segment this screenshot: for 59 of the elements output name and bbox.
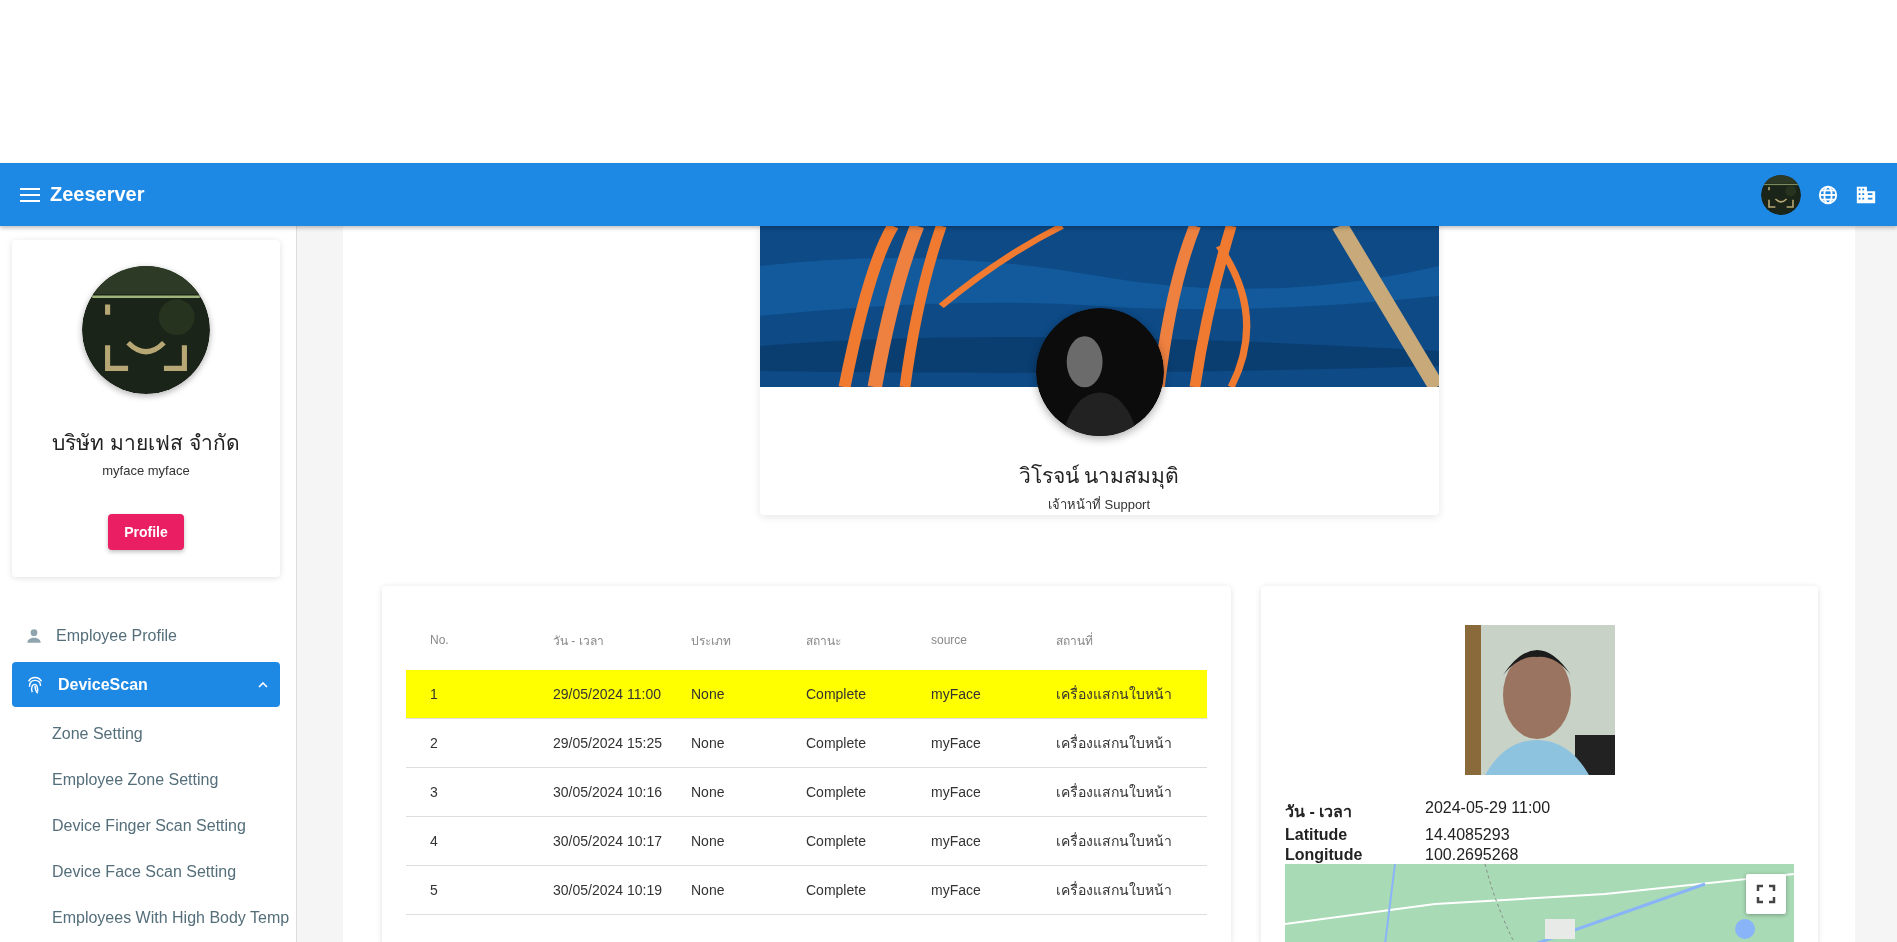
table-cell: 30/05/2024 10:16 [529, 767, 667, 817]
table-cell: Complete [782, 865, 907, 915]
company-name: บริษัท มายเฟส จำกัด [52, 430, 240, 456]
sidebar-subitem[interactable]: Employees With High Body Temp [0, 895, 296, 941]
sidebar-subitem[interactable]: Device Face Scan Setting [0, 849, 296, 895]
table-cell: 2 [406, 718, 529, 768]
table-cell: เครื่องแสกนใบหน้า [1032, 767, 1207, 817]
field-label: Latitude [1285, 826, 1349, 844]
table-cell: None [667, 718, 782, 768]
table-cell: None [667, 865, 782, 915]
table-cell: 5 [406, 865, 529, 915]
column-header: source [907, 610, 1032, 670]
table-cell: None [667, 767, 782, 817]
table-cell: 4 [406, 816, 529, 866]
table-cell: 30/05/2024 10:17 [529, 816, 667, 866]
table-cell: เครื่องแสกนใบหน้า [1032, 865, 1207, 915]
table-cell: Complete [782, 718, 907, 768]
table-cell: Complete [782, 670, 907, 719]
table-cell: เครื่องแสกนใบหน้า [1032, 670, 1207, 719]
column-header: สถานะ [782, 610, 907, 670]
field-label: วัน - เวลา [1285, 802, 1354, 822]
field-value: 14.4085293 [1425, 826, 1511, 844]
column-header: วัน - เวลา [529, 610, 667, 670]
table-cell: Complete [782, 816, 907, 866]
globe-icon[interactable] [1817, 183, 1839, 206]
table-cell: 29/05/2024 11:00 [529, 670, 667, 719]
table-cell: myFace [907, 767, 1032, 817]
table-cell: myFace [907, 670, 1032, 719]
employee-role: เจ้าหน้าที่ Support [1047, 495, 1151, 514]
fullscreen-icon [1756, 884, 1776, 904]
username: myface myface [102, 463, 190, 478]
employee-name: วิโรจน์ นามสมมุติ [1018, 463, 1180, 491]
sidebar-item[interactable]: Employee Profile [12, 613, 280, 658]
table-cell: myFace [907, 718, 1032, 768]
profile-button[interactable]: Profile [108, 514, 184, 550]
sidebar-item[interactable]: DeviceScan [12, 662, 280, 707]
table-cell: None [667, 816, 782, 866]
app-title: Zeeserver [50, 183, 145, 206]
sidebar-subitem[interactable]: Employee Zone Setting [0, 757, 296, 803]
table-cell: 3 [406, 767, 529, 817]
table-cell: 30/05/2024 10:19 [529, 865, 667, 915]
table-cell: None [667, 670, 782, 719]
table-cell: 1 [406, 670, 529, 719]
table-cell: 29/05/2024 15:25 [529, 718, 667, 768]
fullscreen-button[interactable] [1746, 874, 1786, 914]
table-cell: เครื่องแสกนใบหน้า [1032, 816, 1207, 866]
table-cell: Complete [782, 767, 907, 817]
table-cell: myFace [907, 865, 1032, 915]
sidebar-subitem[interactable]: Zone Setting [0, 711, 296, 757]
sidebar-subitem[interactable]: Device Finger Scan Setting [0, 803, 296, 849]
field-value: 100.2695268 [1425, 846, 1520, 864]
field-label: Longitude [1285, 846, 1364, 864]
menu-icon[interactable] [20, 187, 40, 202]
column-header: No. [406, 610, 529, 670]
table-cell: myFace [907, 816, 1032, 866]
table-cell: เครื่องแสกนใบหน้า [1032, 718, 1207, 768]
column-header: สถานที่ [1032, 610, 1207, 670]
field-value: 2024-05-29 11:00 [1425, 799, 1552, 818]
column-header: ประเภท [667, 610, 782, 670]
